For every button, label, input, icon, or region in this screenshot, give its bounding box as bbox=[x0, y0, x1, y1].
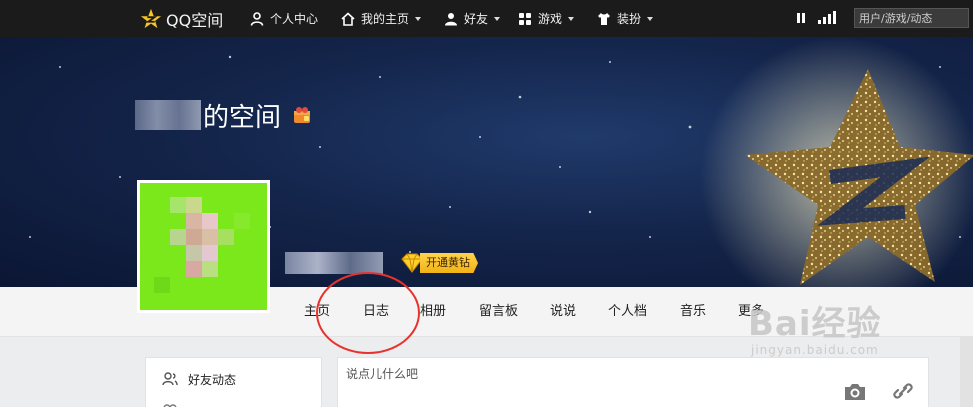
avatar-pixel bbox=[202, 229, 218, 245]
link-icon[interactable] bbox=[891, 380, 915, 402]
sidebar-second-item-icon[interactable] bbox=[162, 403, 178, 407]
tab-blog[interactable]: 日志 bbox=[363, 287, 389, 337]
home-icon bbox=[341, 11, 355, 26]
space-title: 的空间 bbox=[135, 97, 311, 133]
sidebar-item-label: 好友动态 bbox=[188, 372, 237, 387]
nav-label: 我的主页 bbox=[361, 12, 410, 26]
grid-icon bbox=[519, 12, 531, 25]
open-yellow-diamond-button[interactable]: 开通黄钻 bbox=[398, 252, 494, 274]
chevron-down-icon bbox=[647, 16, 654, 21]
chevron-down-icon bbox=[415, 16, 422, 21]
watermark-main-text: Bai经验 bbox=[748, 304, 882, 344]
left-sidebar: 好友动态 bbox=[145, 357, 322, 407]
tab-home[interactable]: 主页 bbox=[304, 287, 330, 337]
gift-badge-icon[interactable] bbox=[293, 106, 311, 124]
sidebar-item-friends-feed[interactable]: 好友动态 bbox=[162, 370, 236, 388]
friends-icon bbox=[445, 12, 457, 25]
tab-shuoshuo[interactable]: 说说 bbox=[550, 287, 576, 337]
tab-music[interactable]: 音乐 bbox=[680, 287, 706, 337]
nav-decorate[interactable]: 装扮 bbox=[597, 0, 654, 37]
qzone-logo[interactable]: QQ空间 bbox=[140, 0, 223, 37]
shirt-icon bbox=[598, 12, 610, 25]
person-icon bbox=[250, 11, 264, 26]
avatar-pixel bbox=[218, 229, 234, 245]
vip-button-label: 开通黄钻 bbox=[420, 253, 478, 273]
watermark-url-text: jingyan.baidu.com bbox=[751, 343, 879, 357]
nav-label: 游戏 bbox=[538, 12, 563, 26]
space-title-suffix: 的空间 bbox=[203, 102, 282, 133]
top-navigation-bar: QQ空间 个人中心 我的主页 好友 游戏 装扮 用户/游戏/动态 bbox=[0, 0, 973, 37]
nav-friends[interactable]: 好友 bbox=[444, 0, 501, 37]
signal-bars-icon[interactable] bbox=[818, 11, 836, 24]
logo-text: QQ空间 bbox=[166, 10, 224, 30]
avatar-pixel bbox=[170, 229, 186, 245]
chevron-down-icon bbox=[568, 16, 575, 21]
avatar-pixel bbox=[186, 197, 202, 213]
search-input[interactable] bbox=[854, 8, 969, 28]
nav-label: 装扮 bbox=[617, 12, 642, 26]
nav-games[interactable]: 游戏 bbox=[518, 0, 575, 37]
baidu-jingyan-watermark: Bai经验 jingyan.baidu.com bbox=[748, 296, 882, 357]
avatar-pixel bbox=[154, 277, 170, 293]
avatar-pixel bbox=[202, 245, 218, 261]
status-input[interactable] bbox=[346, 364, 826, 384]
camera-icon[interactable] bbox=[843, 380, 867, 402]
nav-label: 好友 bbox=[464, 12, 489, 26]
avatar-pixel bbox=[186, 229, 202, 245]
avatar-pixel bbox=[186, 213, 202, 229]
chevron-down-icon bbox=[494, 16, 501, 21]
nav-personal-center[interactable]: 个人中心 bbox=[250, 0, 318, 37]
tab-album[interactable]: 相册 bbox=[420, 287, 446, 337]
avatar[interactable] bbox=[137, 180, 270, 313]
avatar-pixel bbox=[186, 245, 202, 261]
pause-icon[interactable] bbox=[796, 12, 806, 24]
blurred-nickname bbox=[285, 252, 383, 274]
nav-my-homepage[interactable]: 我的主页 bbox=[341, 0, 422, 37]
avatar-pixel bbox=[202, 213, 218, 229]
blurred-username bbox=[135, 100, 201, 130]
nav-label: 个人中心 bbox=[270, 12, 319, 26]
avatar-pixel bbox=[234, 213, 250, 229]
tab-message-board[interactable]: 留言板 bbox=[479, 287, 518, 337]
friends-feed-icon bbox=[162, 372, 178, 386]
avatar-pixel bbox=[170, 197, 186, 213]
avatar-pixel bbox=[186, 261, 202, 277]
status-composer bbox=[337, 357, 929, 407]
avatar-pixel bbox=[202, 261, 218, 277]
page-scrollbar[interactable] bbox=[960, 337, 973, 407]
tab-profile[interactable]: 个人档 bbox=[608, 287, 647, 337]
qq-star-icon bbox=[140, 8, 162, 28]
